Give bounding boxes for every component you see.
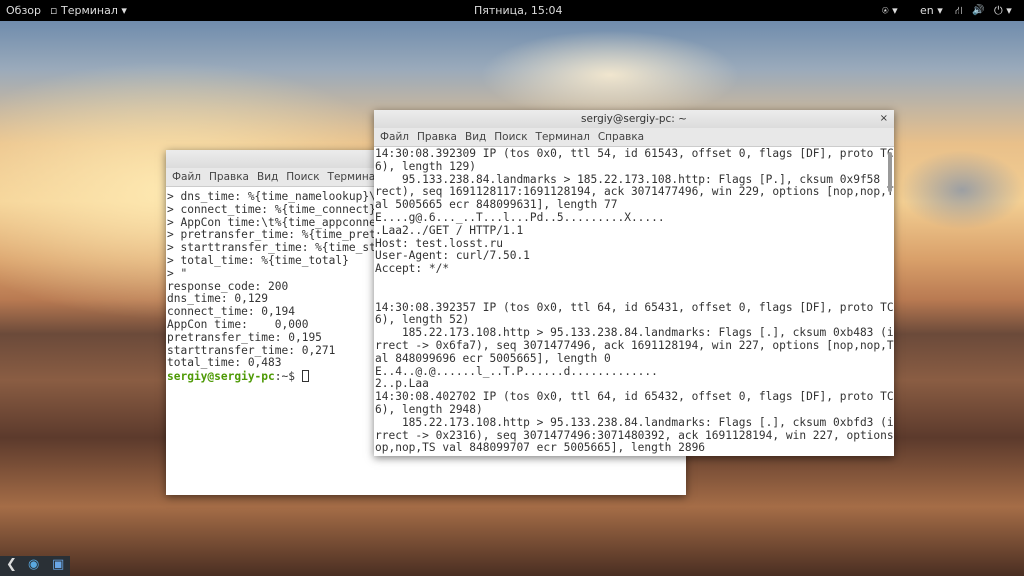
- menu-item[interactable]: Файл: [172, 171, 201, 183]
- wallpaper-cloud: [900, 150, 1024, 230]
- menu-item[interactable]: Вид: [465, 131, 486, 143]
- scrollbar[interactable]: [888, 152, 892, 192]
- terminal-line: User-Agent: curl/7.50.1: [375, 249, 530, 263]
- terminal-line: rrect -> 0x6fa7), seq 3071477496, ack 16…: [375, 338, 894, 352]
- menu-item[interactable]: Правка: [417, 131, 457, 143]
- overview-button[interactable]: Обзор: [6, 0, 41, 21]
- menu-item[interactable]: Справка: [598, 131, 644, 143]
- volume-icon[interactable]: 🔊: [972, 0, 984, 21]
- terminal-line: Accept: */*: [375, 262, 450, 276]
- browser-icon[interactable]: ◉: [28, 557, 39, 572]
- prompt-path: :~$: [274, 370, 302, 384]
- front-terminal-menubar: Файл Правка Вид Поиск Терминал Справка: [374, 128, 894, 147]
- window-title: sergiy@sergiy-pc: ~: [581, 113, 687, 125]
- text-cursor: [301, 370, 309, 383]
- menu-item[interactable]: Терминал: [536, 131, 590, 143]
- terminal-line: E..4..@.@......l_..T.P......d...........…: [375, 364, 658, 378]
- terminal-line: 185.22.173.108.http > 95.133.238.84.land…: [375, 415, 894, 429]
- menu-item[interactable]: Правка: [209, 171, 249, 183]
- terminal-icon: ▫: [50, 4, 58, 17]
- terminal-line: 6), length 129): [375, 159, 477, 173]
- accessibility-icon[interactable]: ⍟ ▾: [882, 0, 898, 21]
- menu-item[interactable]: Файл: [380, 131, 409, 143]
- menu-item[interactable]: Поиск: [494, 131, 527, 143]
- back-arrow-icon[interactable]: ❮: [6, 557, 17, 572]
- menu-item[interactable]: Вид: [257, 171, 278, 183]
- menu-item[interactable]: Поиск: [286, 171, 319, 183]
- dock: ❮ ◉ ▣: [0, 556, 70, 576]
- terminal-line: E....g@.6..._..T...l...Pd..5.........X..…: [375, 210, 665, 224]
- terminal-line: al 848099696 ecr 5005665], length 0: [375, 351, 611, 365]
- prompt-user: sergiy@sergiy-pc: [167, 370, 275, 384]
- terminal-line: 6), length 2948): [375, 402, 483, 416]
- close-button[interactable]: ×: [880, 110, 888, 128]
- power-icon[interactable]: ⏻ ▾: [994, 0, 1012, 21]
- clock[interactable]: Пятница, 15:04: [474, 0, 563, 21]
- network-icon[interactable]: ⛙: [955, 0, 963, 21]
- terminal-line: 14:30:08.392309 IP (tos 0x0, ttl 54, id …: [375, 147, 894, 160]
- terminal-line: .Laa2../GET / HTTP/1.1: [375, 223, 524, 237]
- app-menu[interactable]: ▫ Терминал ▾: [50, 0, 127, 21]
- terminal-line: op,nop,TS val 848099707 ecr 5005665], le…: [375, 441, 706, 455]
- front-terminal-titlebar[interactable]: sergiy@sergiy-pc: ~ ×: [374, 110, 894, 128]
- wallpaper-cloud: [480, 30, 740, 120]
- front-terminal-window[interactable]: sergiy@sergiy-pc: ~ × Файл Правка Вид Поиск Т…: [374, 110, 894, 456]
- front-terminal-output[interactable]: 14:30:08.392309 IP (tos 0x0, ttl 54, id …: [374, 147, 894, 455]
- files-icon[interactable]: ▣: [52, 557, 64, 572]
- language-selector[interactable]: en ▾: [920, 0, 943, 21]
- top-bar: Обзор ▫ Терминал ▾ Пятница, 15:04 ⍟ ▾ en…: [0, 0, 1024, 21]
